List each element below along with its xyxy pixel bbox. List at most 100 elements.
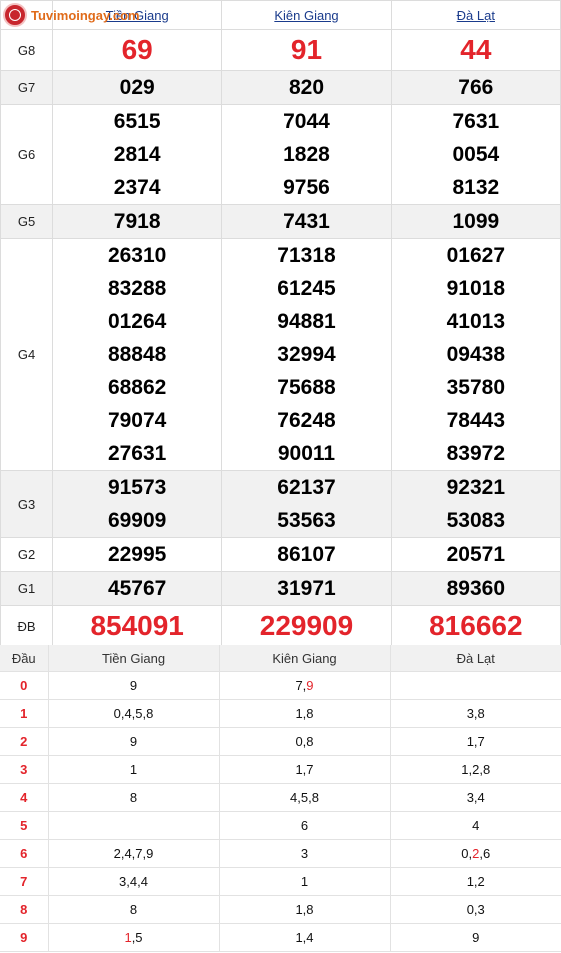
loto-tail-cell: 9 (389, 923, 561, 952)
province-link[interactable]: Kiên Giang (274, 8, 338, 23)
prize-label: G6 (0, 104, 53, 205)
prize-number: 6515 (113, 110, 161, 133)
loto-tail-cell: 1,2,8 (389, 755, 561, 784)
loto-tail-digits: 1,8 (295, 902, 314, 917)
prize-cell: 7431 (221, 204, 392, 239)
prize-cell: 69 (51, 29, 223, 71)
loto-tail-digits: 1,8 (295, 706, 314, 721)
loto-tail-cell: 0,4,5,8 (47, 699, 219, 728)
loto-tail-cell (389, 671, 561, 700)
loto-table: Đầu Tiền Giang Kiên Giang Đà Lạt 0 9 7,9 1 0,4,5… (0, 645, 561, 952)
loto-tail-cell: 8 (47, 783, 219, 812)
prize-cell: 31971 (221, 571, 392, 606)
loto-tail-cell: 1,8 (218, 699, 390, 728)
prize-number: 71318 (277, 244, 336, 267)
prize-cell: 92321 53083 (390, 470, 561, 538)
prize-number: 854091 (90, 610, 184, 641)
prize-cell: 62137 53563 (221, 470, 392, 538)
prize-number: 7431 (283, 210, 330, 233)
loto-tail-cell: 1,5 (47, 923, 219, 952)
prize-number: 27631 (107, 442, 167, 465)
prize-cell: 86107 (221, 537, 392, 572)
province-link[interactable]: Đà Lạt (457, 8, 495, 23)
loto-tail-cell: 9 (47, 727, 219, 756)
loto-tail-digits: 0,4,5,8 (113, 706, 154, 721)
prize-number: 61245 (277, 277, 336, 300)
loto-row: 5 6 4 (0, 811, 561, 840)
prize-cell: 01627 91018 41013 09438 35780 78443 83972 (390, 238, 561, 471)
loto-tail-digits: 3,4 (466, 790, 485, 805)
prize-number: 1099 (452, 210, 500, 233)
loto-tail-cell: 4,5,8 (218, 783, 390, 812)
prize-label: G7 (0, 70, 53, 105)
loto-row: 6 2,4,7,9 3 0,2,6 (0, 839, 561, 868)
loto-tail-digits: 1,2,8 (461, 762, 491, 777)
prize-number: 01627 (446, 244, 506, 267)
prize-cell: 7044 1828 9756 (221, 104, 392, 205)
loto-tail-digits: 1 (124, 930, 132, 945)
loto-tail-digits: 1,2 (466, 874, 485, 889)
prize-number: 89360 (446, 577, 506, 600)
loto-head-digit: 6 (0, 839, 48, 868)
loto-tail-digits: 1 (300, 874, 309, 889)
loto-tail-cell: 1,2 (389, 867, 561, 896)
prize-number: 88848 (107, 343, 167, 366)
prize-number: 91018 (446, 277, 506, 300)
prize-number: 22995 (107, 543, 167, 566)
loto-tail-cell: 1,4 (218, 923, 390, 952)
prize-cell: 820 (221, 70, 392, 105)
prize-number: 2374 (113, 176, 161, 199)
loto-tail-digits: 1,7 (466, 734, 485, 749)
logo-emblem-icon (3, 3, 27, 27)
loto-tail-cell: 1,7 (389, 727, 561, 756)
loto-province-label: Đà Lạt (389, 645, 561, 672)
loto-tail-cell: 3,4,4 (47, 867, 219, 896)
loto-tail-digits: ,5 (131, 930, 143, 945)
loto-tail-digits: 0, (461, 846, 473, 861)
prize-label: G4 (0, 238, 53, 471)
loto-head-digit: 9 (0, 923, 48, 952)
loto-tail-digits: 1,4 (295, 930, 314, 945)
loto-tail-cell: 9 (47, 671, 219, 700)
prize-cell: 45767 (51, 571, 223, 606)
province-header-cell: Đà Lạt (390, 0, 561, 30)
prize-cell: 89360 (390, 571, 561, 606)
prize-number: 53563 (277, 509, 336, 532)
prize-number: 41013 (446, 310, 506, 333)
prize-number: 1828 (283, 143, 330, 166)
prize-number: 68862 (107, 376, 167, 399)
prize-number: 83972 (446, 442, 506, 465)
site-logo[interactable]: Tuvimoingay.com (3, 3, 140, 27)
prize-cell: 71318 61245 94881 32994 75688 76248 90011 (221, 238, 392, 471)
results-table: Tiền Giang Kiên Giang Đà Lạt G8 69 91 44 G7 029 8… (0, 0, 561, 647)
loto-tail-cell: 7,9 (218, 671, 390, 700)
loto-tail-cell: 6 (218, 811, 390, 840)
loto-tail-cell: 1,8 (218, 895, 390, 924)
loto-head-digit: 0 (0, 671, 48, 700)
loto-tail-cell: 2,4,7,9 (47, 839, 219, 868)
prize-cell: 1099 (390, 204, 561, 239)
loto-head-label: Đầu (0, 645, 48, 672)
loto-tail-digits: 9 (129, 678, 138, 693)
prize-cell: 029 (51, 70, 223, 105)
prize-cell: 766 (390, 70, 561, 105)
loto-tail-digits: 3,4,4 (119, 874, 148, 889)
loto-head-digit: 7 (0, 867, 48, 896)
prize-cell: 91 (221, 29, 392, 71)
prize-row-đb: ĐB 854091 229909 816662 (0, 605, 561, 647)
loto-province-label: Kiên Giang (218, 645, 390, 672)
prize-row-g6: G6 6515 2814 2374 7044 1828 9756 7631 0054 8132 (0, 104, 561, 205)
prize-row-g2: G2 22995 86107 20571 (0, 537, 561, 572)
loto-tail-digits: 7, (295, 678, 307, 693)
prize-number: 09438 (446, 343, 506, 366)
prize-row-g1: G1 45767 31971 89360 (0, 571, 561, 606)
prize-number: 7918 (113, 210, 161, 233)
loto-tail-digits: 8 (129, 790, 138, 805)
loto-row: 9 1,5 1,4 9 (0, 923, 561, 952)
loto-tail-digits: 9 (306, 678, 314, 693)
prize-number: 229909 (259, 610, 354, 641)
prize-number: 2814 (113, 143, 161, 166)
loto-row: 3 1 1,7 1,2,8 (0, 755, 561, 784)
prize-label: G5 (0, 204, 53, 239)
loto-tail-cell: 0,2,6 (389, 839, 561, 868)
